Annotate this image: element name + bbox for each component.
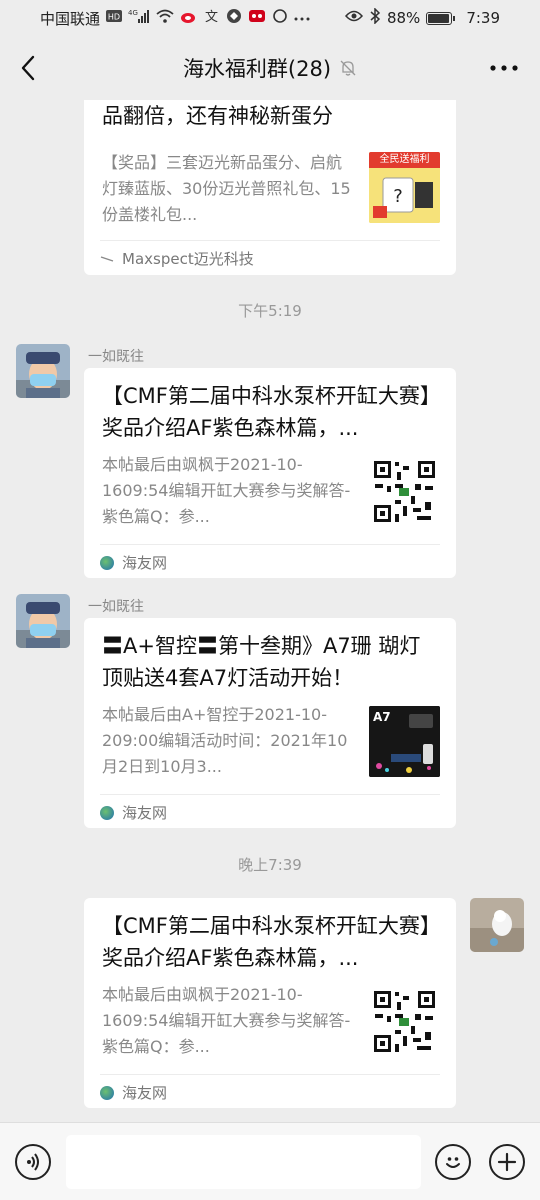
timestamp: 晚上7:39	[238, 856, 302, 874]
card-divider	[100, 544, 440, 545]
card-description: 本帖最后由A+智控于2021-10-209:00编辑活动时间：2021年10月2…	[102, 705, 348, 776]
eye-icon	[344, 10, 363, 26]
haiyouwang-logo-icon	[100, 805, 114, 820]
card-source-name: 海友网	[122, 1084, 168, 1102]
maxspect-logo-icon	[100, 255, 114, 262]
input-bar	[0, 1122, 540, 1200]
hd-icon: HD	[106, 10, 123, 26]
svg-text:文: 文	[205, 10, 218, 24]
sender-name: 一如既往	[88, 349, 144, 365]
avatar[interactable]	[16, 344, 70, 398]
haiyouwang-logo-icon	[100, 1085, 114, 1100]
battery-percent: 88%	[386, 9, 421, 27]
link-card[interactable]: 〓A+智控〓第十叁期》A7珊 瑚灯顶贴送4套A7灯活动开始！ 本帖最后由A+智控…	[84, 618, 456, 828]
card-description: 本帖最后由飒枫于2021-10-1609:54编辑开缸大赛参与奖解答-紫色篇Q：…	[102, 455, 351, 526]
card-source-name: Maxspect迈光科技	[122, 250, 254, 268]
emoji-icon	[446, 1157, 460, 1168]
card-source-name: 海友网	[122, 804, 168, 822]
avatar[interactable]	[16, 594, 70, 648]
card-divider	[100, 794, 440, 795]
more-options-button[interactable]	[489, 1144, 525, 1180]
link-card[interactable]: 【CMF第二届中科水泵杯开缸大赛】奖品介绍AF紫色森林篇，... 本帖最后由飒枫…	[84, 898, 456, 1108]
weibo-icon	[180, 8, 198, 28]
chat-area[interactable]: 【迈光优福大赛】全民送福利，奖品翻倍，还有神秘新蛋分 【奖品】三套迈光新品蛋分、…	[0, 100, 540, 1122]
back-button[interactable]	[10, 50, 46, 86]
message-input[interactable]	[66, 1135, 421, 1189]
avatar[interactable]	[470, 898, 524, 952]
svg-text:HD: HD	[108, 13, 120, 22]
card-title: 【CMF第二届中科水泵杯开缸大赛】奖品介绍AF紫色森林篇，...	[102, 914, 431, 970]
circle-icon	[272, 8, 288, 28]
voice-icon	[27, 1153, 39, 1171]
back-arrow-icon	[21, 55, 35, 81]
emoji-button[interactable]	[435, 1144, 471, 1180]
haiyouwang-logo-icon	[100, 555, 114, 570]
thumb-caption: 全民送福利	[379, 154, 430, 165]
svg-text:?: ?	[393, 186, 403, 207]
plus-icon	[497, 1152, 517, 1172]
card-source: 海友网	[100, 1082, 167, 1103]
card-divider	[100, 1074, 440, 1075]
link-card[interactable]: 【CMF第二届中科水泵杯开缸大赛】奖品介绍AF紫色森林篇，... 本帖最后由飒枫…	[84, 368, 456, 578]
card-source-name: 海友网	[122, 554, 168, 572]
game-icon	[248, 8, 266, 28]
clock: 7:39	[466, 9, 500, 27]
status-bar: 中国联通 HD 4G 文 88% 7:39	[0, 0, 540, 36]
card-title: 〓A+智控〓第十叁期》A7珊 瑚灯顶贴送4套A7灯活动开始！	[102, 634, 421, 690]
card-thumbnail: ? 全民送福利	[369, 152, 440, 223]
card-title: 【迈光优福大赛】全民送福利，奖品翻倍，还有神秘新蛋分	[102, 104, 333, 128]
qr-code-thumbnail	[369, 986, 440, 1057]
more-status-icon	[294, 11, 310, 26]
thumb-caption: A7	[373, 710, 391, 724]
chat-title: 海水福利群(28)	[182, 57, 332, 81]
mute-bell-icon	[339, 59, 357, 77]
voice-button[interactable]	[15, 1144, 51, 1180]
link-card-maxspect[interactable]: 【迈光优福大赛】全民送福利，奖品翻倍，还有神秘新蛋分 【奖品】三套迈光新品蛋分、…	[84, 100, 456, 275]
translate-icon: 文	[204, 8, 220, 28]
chat-header: 海水福利群(28)	[0, 36, 540, 100]
bluetooth-icon	[369, 7, 381, 28]
more-button[interactable]	[486, 50, 522, 86]
more-dots-icon	[490, 65, 518, 71]
sender-name: 一如既往	[88, 599, 144, 615]
signal-icon: 4G	[128, 8, 150, 28]
timestamp: 下午5:19	[238, 302, 302, 320]
card-source: Maxspect迈光科技	[100, 248, 254, 269]
card-divider	[100, 240, 440, 241]
card-title: 【CMF第二届中科水泵杯开缸大赛】奖品介绍AF紫色森林篇，...	[102, 384, 431, 440]
svg-text:4G: 4G	[128, 9, 138, 17]
battery-icon	[426, 11, 456, 25]
card-thumbnail: A7	[369, 706, 440, 777]
card-source: 海友网	[100, 552, 167, 573]
app-icon	[226, 8, 242, 28]
card-description: 本帖最后由飒枫于2021-10-1609:54编辑开缸大赛参与奖解答-紫色篇Q：…	[102, 985, 351, 1056]
carrier-label: 中国联通	[40, 9, 101, 28]
card-description: 【奖品】三套迈光新品蛋分、启航灯臻蓝版、30份迈光普照礼包、15份盖楼礼包...	[102, 153, 351, 224]
qr-code-thumbnail	[369, 456, 440, 527]
wifi-icon	[156, 9, 174, 27]
card-source: 海友网	[100, 802, 167, 823]
